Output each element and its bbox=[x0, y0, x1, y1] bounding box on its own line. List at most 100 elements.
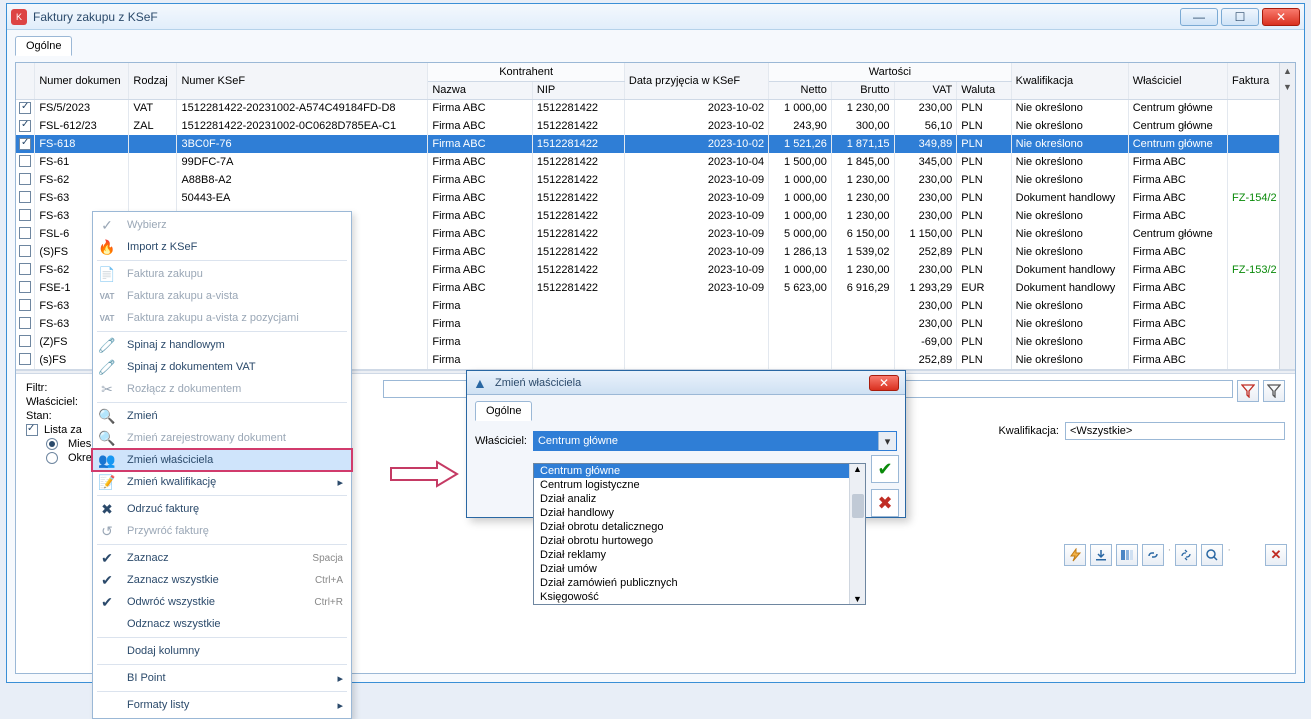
row-checkbox[interactable] bbox=[19, 263, 31, 275]
table-row[interactable]: FSL-612/23ZAL1512281422-20231002-0C0628D… bbox=[16, 117, 1295, 135]
dropdown-option[interactable]: Księgowość bbox=[534, 590, 849, 604]
action-import-button[interactable] bbox=[1090, 544, 1112, 566]
close-button[interactable]: ✕ bbox=[1262, 8, 1300, 26]
dropdown-option[interactable]: Dział analiz bbox=[534, 492, 849, 506]
action-unlink-button[interactable] bbox=[1175, 544, 1197, 566]
grid-scrollbar[interactable]: ▲ ▼ bbox=[1279, 63, 1295, 369]
owner-select[interactable]: Centrum główne ▾ bbox=[533, 431, 897, 451]
colgroup-kontrahent: Kontrahent bbox=[428, 63, 625, 81]
action-link-button[interactable] bbox=[1142, 544, 1164, 566]
table-row[interactable]: FS-6350443-EAFirma ABC15122814222023-10-… bbox=[16, 189, 1295, 207]
action-delete-button[interactable]: ✕ bbox=[1265, 544, 1287, 566]
menu-item[interactable]: ✔Zaznacz wszystkieCtrl+A bbox=[93, 569, 351, 591]
row-checkbox[interactable] bbox=[19, 120, 31, 132]
menu-item: 🔍Zmień zarejestrowany dokument bbox=[93, 427, 351, 449]
col-rodzaj[interactable]: Rodzaj bbox=[129, 63, 177, 99]
stan-label: Stan: bbox=[26, 410, 86, 422]
kwalifikacja-filter-combo[interactable]: <Wszystkie> bbox=[1065, 422, 1285, 440]
radio-mies[interactable] bbox=[46, 438, 58, 450]
menu-item-label: Zmień właściciela bbox=[127, 454, 343, 466]
menu-separator bbox=[97, 544, 347, 545]
row-checkbox[interactable] bbox=[19, 191, 31, 203]
menu-item[interactable]: Formaty listy▸ bbox=[93, 694, 351, 716]
col-kwalifikacja[interactable]: Kwalifikacja bbox=[1011, 63, 1128, 99]
tab-ogolne[interactable]: Ogólne bbox=[15, 36, 72, 56]
row-checkbox[interactable] bbox=[19, 317, 31, 329]
menu-item-shortcut: Ctrl+R bbox=[314, 597, 343, 608]
row-checkbox[interactable] bbox=[19, 227, 31, 239]
dialog-ok-button[interactable]: ✔ bbox=[871, 455, 899, 483]
col-nip[interactable]: NIP bbox=[532, 81, 624, 99]
table-row[interactable]: FS-62A88B8-A2Firma ABC15122814222023-10-… bbox=[16, 171, 1295, 189]
menu-item-label: Zmień zarejestrowany dokument bbox=[127, 432, 343, 444]
dropdown-option[interactable]: Centrum główne bbox=[534, 464, 849, 478]
col-nazwa[interactable]: Nazwa bbox=[428, 81, 533, 99]
menu-item[interactable]: 👥Zmień właściciela bbox=[93, 449, 351, 471]
row-checkbox[interactable] bbox=[19, 102, 31, 114]
apply-filter-button[interactable] bbox=[1263, 380, 1285, 402]
menu-item[interactable]: ✔Odwróć wszystkieCtrl+R bbox=[93, 591, 351, 613]
col-waluta[interactable]: Waluta bbox=[957, 81, 1011, 99]
lista-za-checkbox[interactable] bbox=[26, 424, 38, 436]
menu-separator bbox=[97, 691, 347, 692]
dialog-cancel-button[interactable]: ✖ bbox=[871, 489, 899, 517]
filtr-label: Filtr: bbox=[26, 382, 86, 394]
dropdown-option[interactable]: Dział umów bbox=[534, 562, 849, 576]
radio-mies-label: Mies bbox=[68, 438, 91, 450]
menu-item-label: Spinaj z dokumentem VAT bbox=[127, 361, 343, 373]
menu-item[interactable]: Dodaj kolumny bbox=[93, 640, 351, 662]
col-vat[interactable]: VAT bbox=[894, 81, 957, 99]
menu-item-icon: ✔ bbox=[95, 569, 119, 591]
dropdown-scrollbar[interactable]: ▲ ▼ bbox=[849, 464, 865, 604]
col-check[interactable] bbox=[16, 63, 35, 99]
col-netto[interactable]: Netto bbox=[769, 81, 832, 99]
menu-item-icon bbox=[95, 613, 119, 635]
menu-item-icon: ✂ bbox=[95, 378, 119, 400]
row-checkbox[interactable] bbox=[19, 353, 31, 365]
menu-item[interactable]: ✖Odrzuć fakturę bbox=[93, 498, 351, 520]
col-numer-dokumen[interactable]: Numer dokumen bbox=[35, 63, 129, 99]
action-lookup-button[interactable] bbox=[1201, 544, 1223, 566]
table-row[interactable]: FS/5/2023VAT1512281422-20231002-A574C491… bbox=[16, 99, 1295, 117]
menu-item[interactable]: 🧷Spinaj z handlowym bbox=[93, 334, 351, 356]
row-checkbox[interactable] bbox=[19, 299, 31, 311]
row-checkbox[interactable] bbox=[19, 173, 31, 185]
dropdown-option[interactable]: Dział obrotu detalicznego bbox=[534, 520, 849, 534]
dialog-close-button[interactable]: ✕ bbox=[869, 375, 899, 391]
menu-item: ✂Rozłącz z dokumentem bbox=[93, 378, 351, 400]
col-wlasciciel[interactable]: Właściciel bbox=[1128, 63, 1227, 99]
dropdown-option[interactable]: Centrum logistyczne bbox=[534, 478, 849, 492]
dropdown-option[interactable]: Dział handlowy bbox=[534, 506, 849, 520]
row-checkbox[interactable] bbox=[19, 155, 31, 167]
menu-item[interactable]: Odznacz wszystkie bbox=[93, 613, 351, 635]
row-checkbox[interactable] bbox=[19, 209, 31, 221]
col-numer-ksef[interactable]: Numer KSeF bbox=[177, 63, 428, 99]
menu-item-icon bbox=[95, 694, 119, 716]
menu-item[interactable]: 🔍Zmień bbox=[93, 405, 351, 427]
dialog-tab-ogolne[interactable]: Ogólne bbox=[475, 401, 532, 421]
dropdown-option[interactable]: Dział reklamy bbox=[534, 548, 849, 562]
minimize-button[interactable]: — bbox=[1180, 8, 1218, 26]
radio-okres[interactable] bbox=[46, 452, 58, 464]
action-columns-button[interactable] bbox=[1116, 544, 1138, 566]
row-checkbox[interactable] bbox=[19, 335, 31, 347]
row-checkbox[interactable] bbox=[19, 138, 31, 150]
dropdown-option[interactable]: Dział zamówień publicznych bbox=[534, 576, 849, 590]
col-brutto[interactable]: Brutto bbox=[831, 81, 894, 99]
menu-item[interactable]: 🧷Spinaj z dokumentem VAT bbox=[93, 356, 351, 378]
table-row[interactable]: FS-6199DFC-7AFirma ABC15122814222023-10-… bbox=[16, 153, 1295, 171]
col-data[interactable]: Data przyjęcia w KSeF bbox=[624, 63, 768, 99]
maximize-button[interactable]: ☐ bbox=[1221, 8, 1259, 26]
action-thunder-button[interactable] bbox=[1064, 544, 1086, 566]
row-checkbox[interactable] bbox=[19, 281, 31, 293]
row-checkbox[interactable] bbox=[19, 245, 31, 257]
build-filter-button[interactable] bbox=[1237, 380, 1259, 402]
table-row[interactable]: FS-6183BC0F-76Firma ABC15122814222023-10… bbox=[16, 135, 1295, 153]
menu-item[interactable]: ✔ZaznaczSpacja bbox=[93, 547, 351, 569]
menu-item-label: Import z KSeF bbox=[127, 241, 343, 253]
owner-dropdown-list[interactable]: Centrum główneCentrum logistyczneDział a… bbox=[533, 463, 866, 605]
dropdown-option[interactable]: Dział obrotu hurtowego bbox=[534, 534, 849, 548]
menu-item[interactable]: 🔥Import z KSeF bbox=[93, 236, 351, 258]
menu-item[interactable]: 📝Zmień kwalifikację▸ bbox=[93, 471, 351, 493]
menu-item-label: Wybierz bbox=[127, 219, 343, 231]
